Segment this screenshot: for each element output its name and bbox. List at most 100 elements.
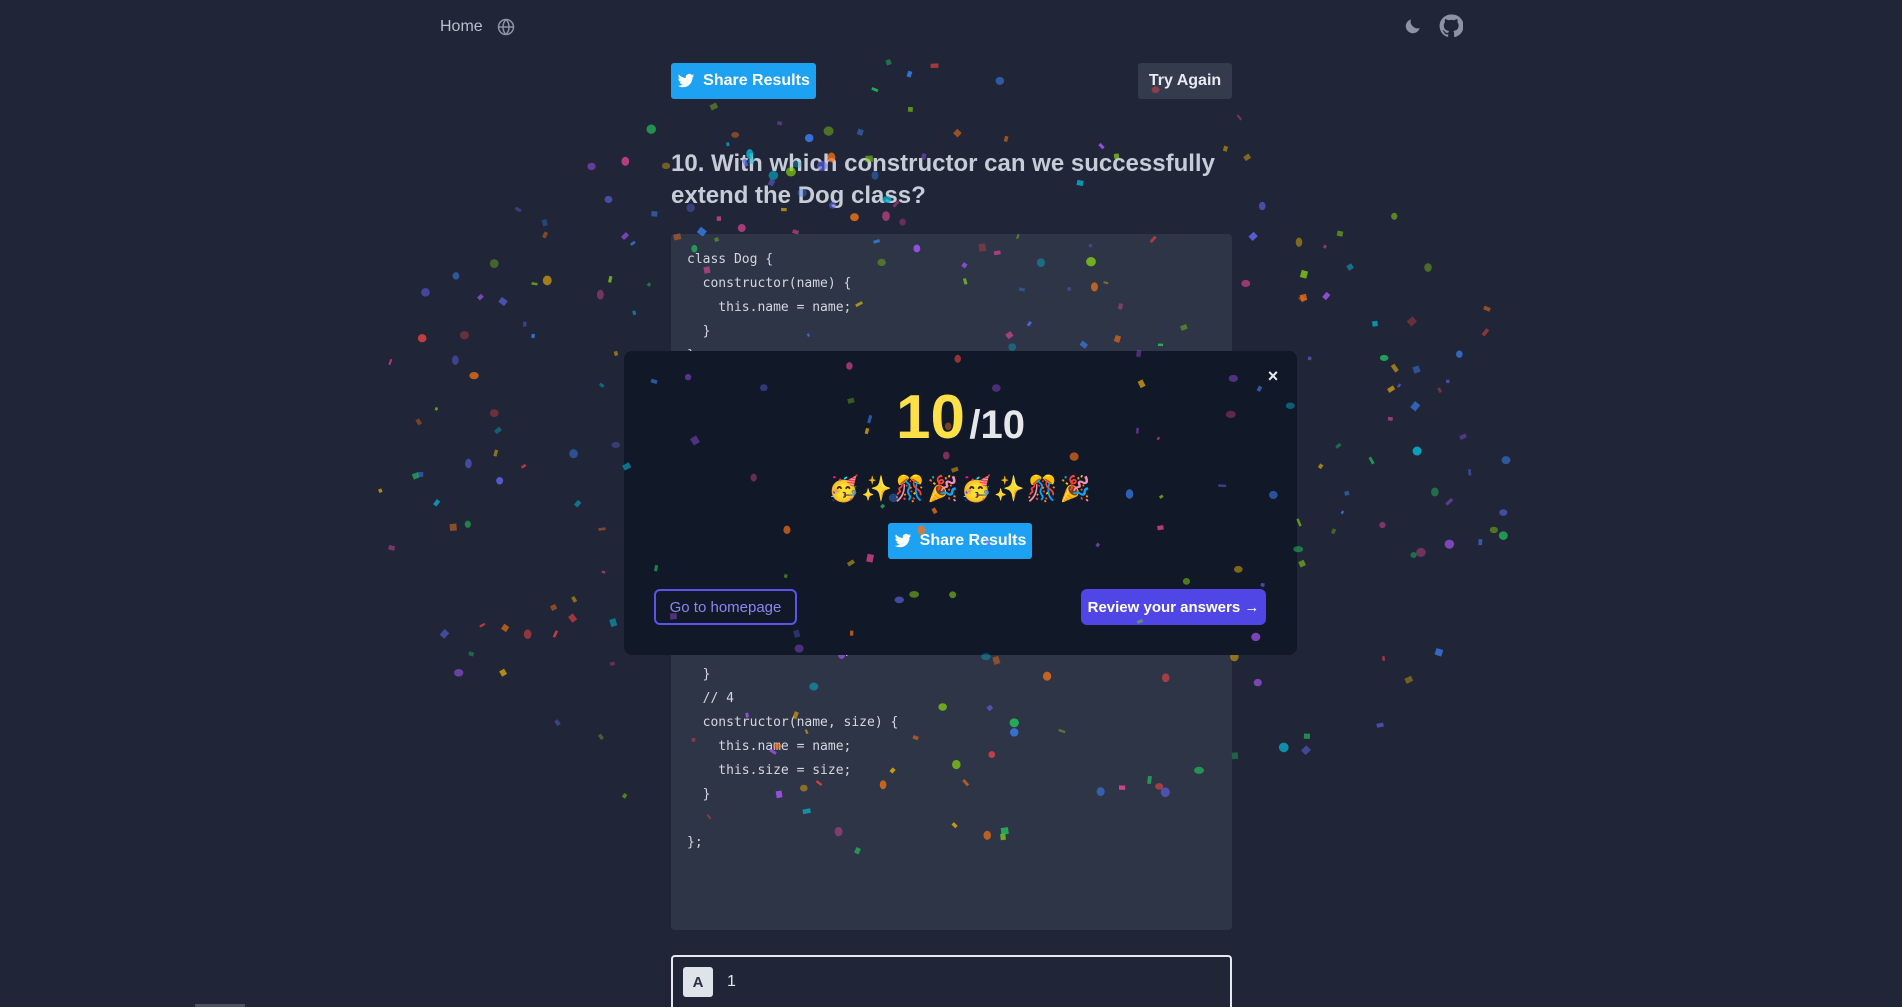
confetti-piece	[601, 570, 606, 574]
confetti-piece	[651, 211, 658, 217]
confetti-piece	[1346, 263, 1354, 271]
confetti-piece	[542, 231, 549, 239]
confetti-piece	[609, 618, 618, 628]
confetti-piece	[1396, 383, 1402, 388]
confetti-piece	[630, 240, 636, 246]
confetti-piece	[439, 628, 450, 639]
confetti-piece	[1478, 539, 1483, 546]
confetti-piece	[1410, 552, 1417, 559]
confetti-piece	[464, 520, 471, 528]
confetti-piece	[587, 162, 596, 171]
confetti-piece	[1459, 433, 1467, 440]
confetti-piece	[1303, 733, 1310, 739]
confetti-piece	[1299, 293, 1308, 302]
confetti-piece	[995, 76, 1005, 85]
confetti-piece	[1391, 212, 1398, 220]
share-results-button[interactable]: Share Results	[671, 63, 816, 99]
confetti-piece	[1296, 518, 1302, 527]
confetti-piece	[776, 120, 783, 126]
confetti-piece	[1501, 456, 1511, 465]
confetti-piece	[804, 133, 814, 143]
confetti-piece	[477, 293, 484, 301]
confetti-piece	[1404, 675, 1414, 684]
confetti-piece	[1322, 244, 1328, 249]
confetti-piece	[1231, 752, 1239, 760]
twitter-icon	[894, 533, 911, 548]
confetti-piece	[523, 321, 527, 327]
confetti-piece	[1322, 291, 1331, 301]
globe-icon[interactable]	[497, 18, 515, 36]
confetti-piece	[417, 334, 427, 343]
confetti-piece	[1489, 526, 1498, 534]
confetti-piece	[514, 206, 522, 213]
confetti-piece	[1382, 656, 1386, 662]
confetti-piece	[726, 142, 730, 147]
confetti-piece	[1317, 463, 1324, 470]
confetti-piece	[415, 418, 423, 426]
confetti-piece	[907, 106, 913, 112]
confetti-piece	[1379, 354, 1389, 361]
confetti-piece	[598, 527, 606, 531]
confetti-piece	[1371, 320, 1378, 327]
github-icon[interactable]	[1439, 14, 1463, 38]
moon-icon[interactable]	[1403, 16, 1423, 36]
confetti-piece	[1445, 498, 1454, 506]
confetti-piece	[882, 211, 890, 222]
confetti-piece	[632, 310, 637, 316]
confetti-piece	[1344, 490, 1350, 496]
confetti-piece	[646, 124, 656, 134]
confetti-piece	[1424, 263, 1432, 272]
try-again-button[interactable]: Try Again	[1138, 63, 1232, 99]
answer-text: 1	[727, 973, 736, 990]
top-nav: Home	[0, 0, 1902, 56]
confetti-piece	[953, 128, 962, 138]
share-results-label: Share Results	[703, 72, 810, 89]
confetti-piece	[1335, 442, 1342, 449]
review-answers-button[interactable]: Review your answers →	[1081, 589, 1266, 625]
confetti-piece	[434, 406, 439, 411]
confetti-piece	[661, 162, 671, 169]
go-to-homepage-button[interactable]: Go to homepage	[654, 589, 797, 625]
confetti-piece	[899, 218, 906, 226]
confetti-piece	[1368, 456, 1375, 465]
confetti-piece	[465, 458, 472, 469]
confetti-piece	[1330, 528, 1337, 535]
confetti-piece	[608, 275, 613, 283]
modal-share-results-button[interactable]: Share Results	[888, 523, 1032, 559]
confetti-piece	[1412, 446, 1422, 456]
confetti-piece	[468, 651, 475, 657]
modal-share-label: Share Results	[919, 532, 1027, 549]
confetti-piece	[489, 409, 499, 418]
confetti-piece	[1003, 135, 1009, 142]
confetti-piece	[620, 231, 630, 241]
score-value: 10	[895, 383, 965, 452]
confetti-piece	[378, 488, 383, 494]
twitter-icon	[677, 73, 695, 88]
confetti-piece	[1483, 305, 1491, 312]
confetti-piece	[574, 499, 582, 508]
confetti-piece	[1481, 328, 1490, 337]
confetti-piece	[493, 426, 502, 435]
confetti-piece	[433, 499, 441, 507]
confetti-piece	[542, 275, 552, 286]
confetti-piece	[885, 58, 892, 66]
confetti-piece	[906, 70, 913, 78]
nav-home-link[interactable]: Home	[440, 18, 483, 36]
confetti-piece	[850, 213, 859, 222]
confetti-piece	[459, 331, 470, 340]
confetti-piece	[452, 272, 460, 280]
confetti-piece	[1387, 385, 1396, 393]
confetti-piece	[1258, 201, 1266, 211]
confetti-piece	[569, 449, 578, 459]
confetti-piece	[1456, 350, 1463, 358]
confetti-piece	[1298, 559, 1306, 568]
answer-letter: A	[683, 967, 713, 997]
confetti-piece	[523, 629, 532, 639]
confetti-piece	[1236, 114, 1243, 121]
confetti-piece	[454, 668, 464, 677]
confetti-piece	[1299, 269, 1309, 279]
confetti-piece	[1379, 521, 1386, 529]
confetti-piece	[1412, 365, 1421, 374]
confetti-piece	[823, 126, 834, 136]
answer-option[interactable]: A 1	[671, 955, 1232, 1007]
